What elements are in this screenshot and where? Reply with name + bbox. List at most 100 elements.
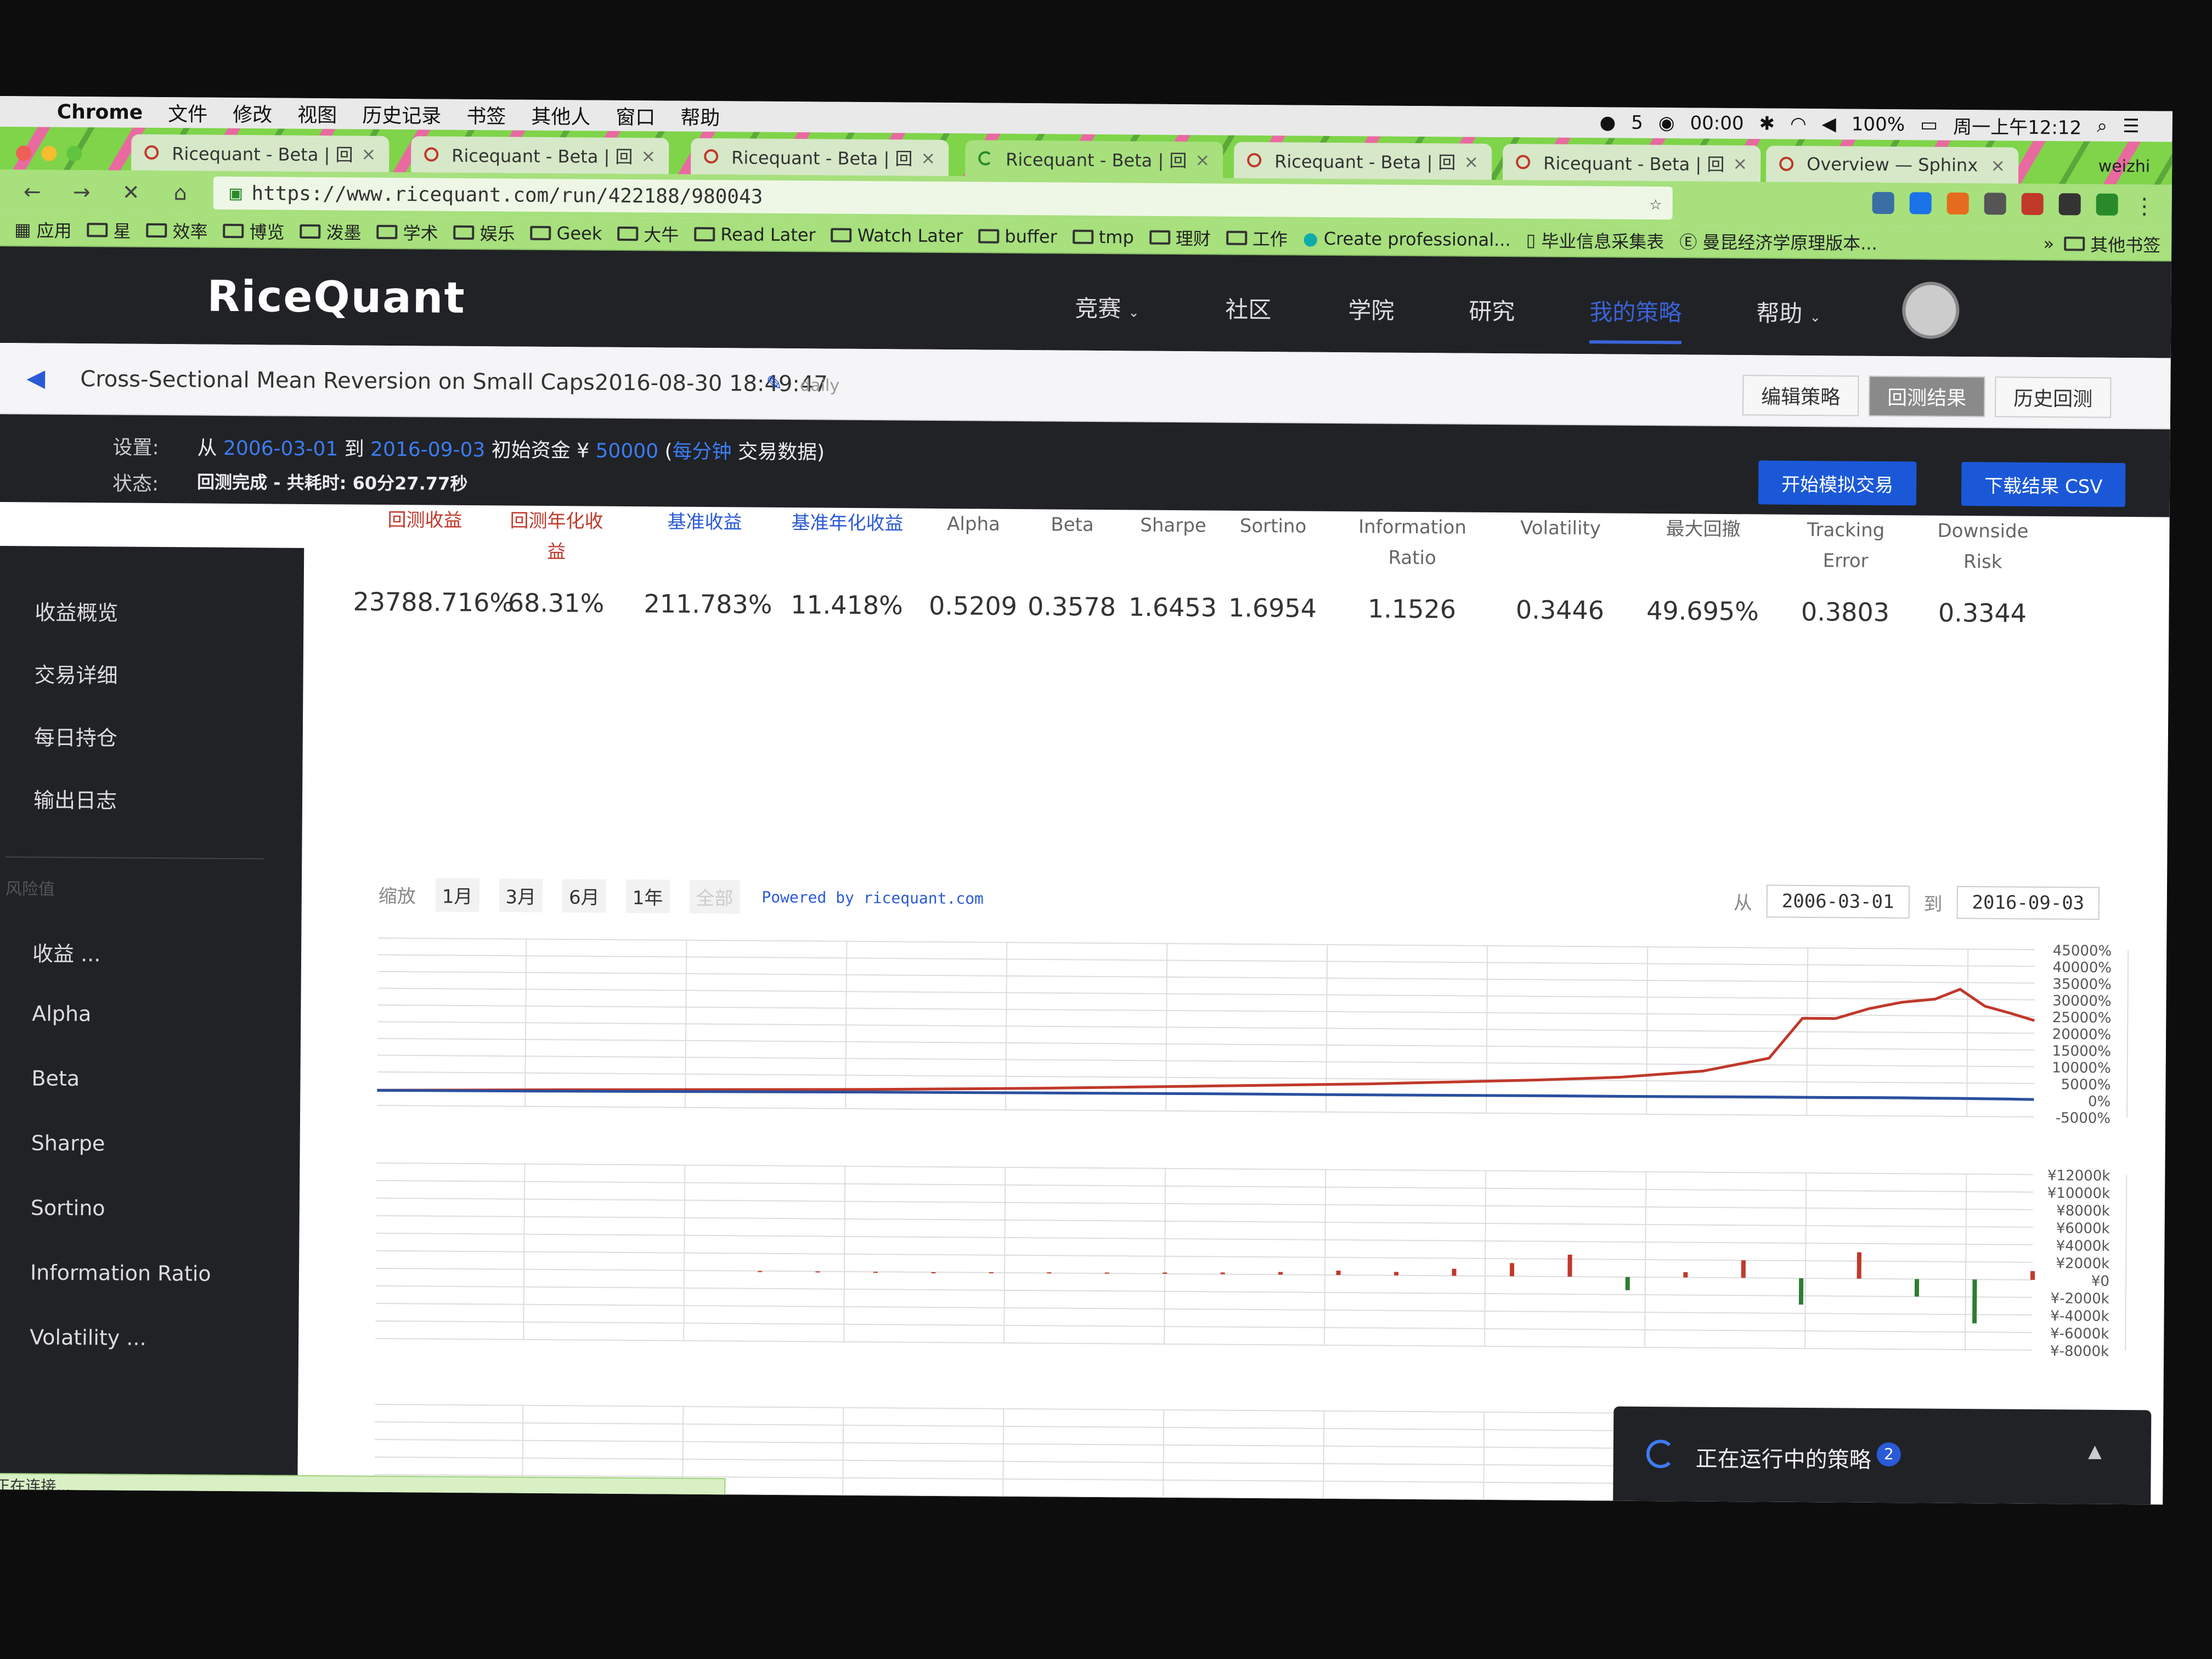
bookmark-link[interactable]: ▯ 毕业信息采集表: [1526, 227, 1664, 253]
browser-tab[interactable]: Ricequant - Beta | 回 ×: [411, 136, 669, 174]
bookmark-other[interactable]: » 其他书签: [2043, 231, 2160, 257]
nav-my-strategies[interactable]: 我的策略: [1589, 294, 1682, 345]
extension-icon[interactable]: [2058, 193, 2081, 216]
folder-icon: [831, 228, 852, 242]
zoom-1y-button[interactable]: 1年: [625, 879, 670, 913]
spotlight-icon[interactable]: ⌕: [2097, 115, 2107, 137]
close-tab-icon[interactable]: ×: [1733, 153, 1747, 174]
bookmark-folder[interactable]: Watch Later: [831, 225, 963, 246]
menu-history[interactable]: 历史记录: [362, 100, 441, 129]
extension-icon[interactable]: [2021, 193, 2044, 216]
bookmark-apps[interactable]: ▦ 应用: [14, 217, 72, 242]
zoom-1m-button[interactable]: 1月: [435, 878, 479, 912]
zoom-6m-button[interactable]: 6月: [562, 878, 606, 913]
menu-view[interactable]: 视图: [297, 99, 337, 128]
bookmark-folder[interactable]: 泼墨: [300, 219, 362, 245]
sidebar-item-logs[interactable]: 输出日志: [33, 783, 117, 814]
metric-label: Tracking Error: [1807, 519, 1885, 572]
close-tab-icon[interactable]: ×: [641, 145, 656, 166]
bookmark-folder[interactable]: 博览: [223, 218, 285, 244]
bookmark-folder[interactable]: 娱乐: [453, 220, 515, 246]
bookmark-folder[interactable]: 效率: [146, 218, 208, 244]
minimize-window-icon[interactable]: [41, 145, 57, 161]
zoom-all-button[interactable]: 全部: [689, 879, 740, 913]
start-simulation-button[interactable]: 开始模拟交易: [1758, 460, 1917, 506]
close-tab-icon[interactable]: ×: [1195, 149, 1210, 170]
chrome-menu-icon[interactable]: ⋮: [2134, 194, 2155, 219]
zoom-3m-button[interactable]: 3月: [499, 878, 543, 912]
notification-center-icon[interactable]: ☰: [2123, 115, 2140, 137]
extension-icon[interactable]: [1984, 193, 2006, 215]
pin-icon[interactable]: ✎: [766, 373, 782, 395]
close-tab-icon[interactable]: ×: [1464, 151, 1479, 172]
metric-label: Beta: [1051, 514, 1094, 536]
sidebar-item-overview[interactable]: 收益概览: [35, 595, 118, 626]
backtest-results-button[interactable]: 回测结果: [1869, 375, 1985, 417]
bookmark-folder[interactable]: tmp: [1072, 227, 1134, 247]
nav-community[interactable]: 社区: [1225, 291, 1271, 325]
browser-tab[interactable]: Ricequant - Beta | 回 ×: [131, 134, 390, 172]
close-window-icon[interactable]: [16, 145, 32, 161]
menu-file[interactable]: 文件: [168, 98, 207, 127]
start-date-input[interactable]: 2006-03-01: [1766, 884, 1910, 919]
clock[interactable]: 周一上午12:12: [1953, 111, 2081, 139]
bookmark-folder[interactable]: buffer: [978, 225, 1057, 247]
back-icon[interactable]: ←: [16, 179, 49, 204]
back-arrow-icon[interactable]: ◀: [26, 364, 45, 392]
maximize-window-icon[interactable]: [66, 145, 82, 162]
running-strategies-panel[interactable]: 正在运行中的策略 2 ▲: [1613, 1406, 2152, 1505]
forward-icon[interactable]: →: [65, 180, 98, 204]
chevron-up-icon[interactable]: ▲: [2088, 1441, 2102, 1462]
nav-academy[interactable]: 学院: [1348, 292, 1394, 326]
bookmark-folder[interactable]: 学术: [376, 219, 438, 245]
menu-edit[interactable]: 修改: [233, 99, 272, 128]
bookmark-link[interactable]: Ⓔ 曼昆经济学原理版本...: [1679, 228, 1877, 255]
nav-competition[interactable]: 竞赛 ⌄: [1075, 290, 1139, 324]
sidebar-item-positions[interactable]: 每日持仓: [34, 720, 117, 751]
menu-people[interactable]: 其他人: [531, 101, 590, 130]
edit-strategy-button[interactable]: 编辑策略: [1742, 375, 1859, 416]
browser-tab[interactable]: Ricequant - Beta | 回 ×: [1234, 142, 1492, 180]
ricequant-logo[interactable]: RiceQuant: [207, 272, 466, 323]
profile-name[interactable]: weizhi: [2098, 157, 2151, 177]
menu-help[interactable]: 帮助: [680, 102, 720, 131]
browser-tab[interactable]: Ricequant - Beta | 回 ×: [691, 138, 949, 177]
close-tab-icon[interactable]: ×: [921, 148, 935, 168]
browser-tab[interactable]: Overview — Sphinx ×: [1765, 145, 2019, 184]
browser-tab-active[interactable]: Ricequant - Beta | 回 ×: [965, 140, 1223, 178]
nav-research[interactable]: 研究: [1469, 293, 1515, 327]
extensions: ⋮: [1872, 191, 2155, 219]
extension-icon[interactable]: [1909, 192, 1932, 215]
bookmark-folder[interactable]: 大牛: [617, 221, 679, 247]
nav-help[interactable]: 帮助 ⌄: [1756, 295, 1821, 329]
close-tab-icon[interactable]: ×: [361, 144, 376, 165]
avatar[interactable]: [1901, 281, 1960, 339]
menu-window[interactable]: 窗口: [616, 101, 655, 131]
browser-tab[interactable]: Ricequant - Beta | 回 ×: [1502, 144, 1761, 182]
home-icon[interactable]: ⌂: [164, 180, 197, 205]
bookmark-link[interactable]: ● Create professional...: [1303, 228, 1511, 251]
history-backtest-button[interactable]: 历史回测: [1995, 376, 2112, 418]
bookmark-folder[interactable]: 理财: [1149, 225, 1211, 251]
menubar-app[interactable]: Chrome: [57, 100, 143, 123]
wifi-icon[interactable]: ◠: [1790, 113, 1807, 135]
extension-icon[interactable]: [1946, 192, 1969, 215]
sidebar-item-trades[interactable]: 交易详细: [34, 658, 117, 689]
bluetooth-icon[interactable]: ✱: [1759, 112, 1775, 134]
bookmark-folder[interactable]: Geek: [530, 223, 602, 244]
wechat-icon[interactable]: ●: [1599, 111, 1616, 133]
close-tab-icon[interactable]: ×: [1990, 155, 2005, 176]
bookmark-folder[interactable]: Read Later: [694, 224, 816, 245]
bookmark-folder[interactable]: 工作: [1226, 225, 1288, 251]
extension-icon[interactable]: [2096, 193, 2118, 216]
menu-bookmarks[interactable]: 书签: [466, 100, 506, 129]
end-date-input[interactable]: 2016-09-03: [1956, 885, 2100, 920]
bookmark-star-icon[interactable]: ☆: [1650, 191, 1662, 214]
stop-icon[interactable]: ✕: [115, 180, 148, 205]
download-csv-button[interactable]: 下载结果 CSV: [1961, 461, 2126, 507]
address-bar[interactable]: ▣ https://www.ricequant.com/run/422188/9…: [213, 176, 1673, 220]
extension-icon[interactable]: [1872, 191, 1894, 215]
timer-icon[interactable]: ◉: [1658, 112, 1675, 134]
volume-icon[interactable]: ◀: [1822, 113, 1836, 135]
bookmark-folder[interactable]: 星: [87, 217, 131, 243]
